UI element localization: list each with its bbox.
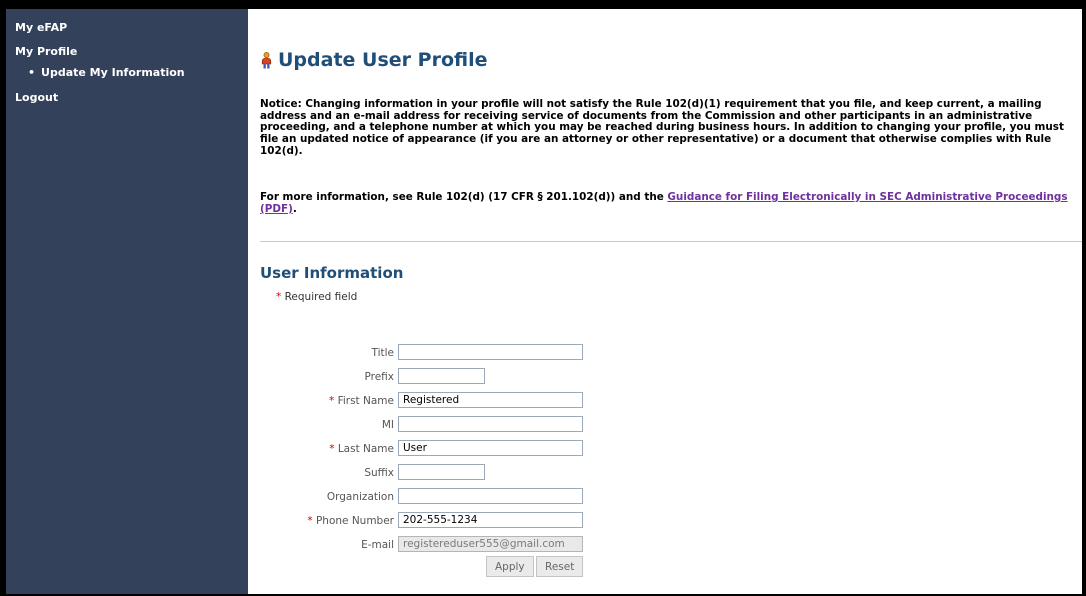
suffix-label: Suffix: [364, 467, 394, 479]
bullet-icon: •: [28, 66, 36, 79]
page-title: Update User Profile: [261, 49, 487, 71]
mi-label: MI: [381, 419, 394, 431]
sidebar: My eFAP My Profile • Update My Informatio…: [6, 9, 248, 594]
sidebar-item-update-my-information[interactable]: • Update My Information: [28, 66, 185, 79]
mi-input[interactable]: [398, 416, 583, 432]
first-name-label: * First Name: [328, 395, 394, 407]
divider: [260, 241, 1082, 242]
last-name-label: * Last Name: [329, 443, 394, 455]
organization-input[interactable]: [398, 488, 583, 504]
apply-button[interactable]: Apply: [486, 556, 534, 577]
section-title: User Information: [260, 264, 404, 282]
required-note-text: Required field: [284, 291, 358, 303]
title-input[interactable]: [398, 344, 583, 360]
page-title-text: Update User Profile: [278, 49, 488, 71]
organization-label: Organization: [326, 491, 394, 503]
email-label: E-mail: [361, 539, 394, 551]
email-field: [398, 536, 583, 552]
sidebar-item-label: Update My Information: [41, 66, 185, 79]
phone-number-input[interactable]: [398, 512, 583, 528]
notice-text: Notice: Changing information in your pro…: [260, 98, 1064, 157]
more-info-suffix: .: [292, 202, 297, 215]
suffix-input[interactable]: [398, 464, 485, 480]
main-content: Update User Profile Notice: Changing inf…: [248, 9, 1082, 594]
sidebar-item-logout[interactable]: Logout: [15, 91, 58, 104]
more-info-prefix: For more information, see Rule 102(d) (1…: [260, 191, 668, 203]
more-info-text: For more information, see Rule 102(d) (1…: [260, 191, 1080, 215]
prefix-label: Prefix: [364, 371, 394, 383]
required-field-note: * Required field: [276, 291, 357, 303]
required-star: *: [276, 291, 282, 303]
sidebar-item-my-profile[interactable]: My Profile: [15, 45, 77, 58]
reset-button[interactable]: Reset: [536, 556, 584, 577]
first-name-input[interactable]: [398, 392, 583, 408]
browser-page: My eFAP My Profile • Update My Informatio…: [6, 9, 1082, 594]
title-label: Title: [371, 347, 394, 359]
last-name-input[interactable]: [398, 440, 583, 456]
prefix-input[interactable]: [398, 368, 485, 384]
phone-number-label: * Phone Number: [307, 515, 394, 527]
user-icon: [261, 51, 272, 68]
sidebar-item-my-efap[interactable]: My eFAP: [15, 21, 67, 34]
